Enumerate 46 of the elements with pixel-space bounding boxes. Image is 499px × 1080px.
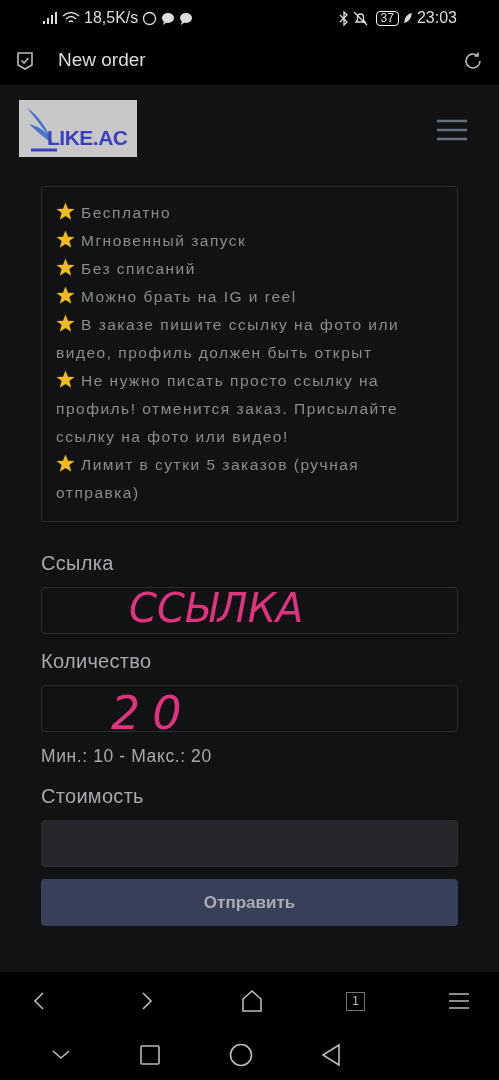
notification-icon <box>142 10 158 26</box>
star-icon <box>56 258 75 277</box>
star-icon <box>56 454 75 473</box>
network-speed: 18,5K/s <box>84 8 139 28</box>
handwritten-note: 20 <box>111 685 194 742</box>
feature-text: Мгновенный запуск <box>56 227 443 255</box>
star-icon <box>56 230 75 249</box>
signal-icon <box>42 11 58 25</box>
field-label: Ссылка <box>41 551 115 576</box>
field-label: Количество <box>41 649 153 674</box>
chat-bubble-icon <box>161 11 176 25</box>
input-field[interactable] <box>41 587 458 634</box>
feature-text: Не нужно писать просто ссылку на профиль! отменится заказ. Присылайте ссылку на фото или видео! <box>56 369 400 447</box>
chat-bubble-icon <box>179 11 194 25</box>
feature-text: Лимит в сутки 5 заказов (ручная отправка) <box>56 453 361 503</box>
back-icon[interactable] <box>319 1043 342 1067</box>
feature-text: Без списаний <box>56 255 443 283</box>
input-field[interactable] <box>41 685 458 732</box>
recents-icon[interactable] <box>139 1044 162 1066</box>
home-icon[interactable] <box>240 989 264 1013</box>
menu-icon[interactable] <box>437 118 467 142</box>
star-icon <box>56 202 75 221</box>
tabs-button[interactable]: 1 <box>346 991 365 1011</box>
chevron-down-icon[interactable] <box>50 1048 72 1062</box>
feature-text: Бесплатно <box>56 199 443 227</box>
field-label: Стоимость <box>41 784 145 810</box>
menu-icon[interactable] <box>447 991 471 1011</box>
star-icon <box>56 314 75 333</box>
logo[interactable]: LIKE.AC <box>19 100 137 157</box>
leaf-icon <box>402 12 413 24</box>
feature-text: В заказе пишите ссылку на фото или видео, профиль должен быть открыт <box>56 313 401 363</box>
wifi-icon <box>62 11 80 25</box>
star-icon <box>56 286 75 305</box>
battery-level: 37 <box>375 10 399 26</box>
clock: 23:03 <box>416 8 457 28</box>
limit-text: Мин.: 10 - Макс.: 20 <box>41 745 213 768</box>
star-icon <box>56 370 75 389</box>
bluetooth-icon <box>338 10 349 26</box>
shield-check-icon <box>16 50 34 71</box>
home-icon[interactable] <box>228 1043 253 1067</box>
feature-text: Можно брать на IG и reel <box>56 283 443 311</box>
submit-button[interactable]: Отправить <box>41 879 458 927</box>
refresh-icon[interactable] <box>463 50 483 71</box>
page-title: New order <box>58 48 147 73</box>
handwritten-note: ССЫЛКА <box>129 586 304 630</box>
muted-bell-icon <box>352 10 368 26</box>
